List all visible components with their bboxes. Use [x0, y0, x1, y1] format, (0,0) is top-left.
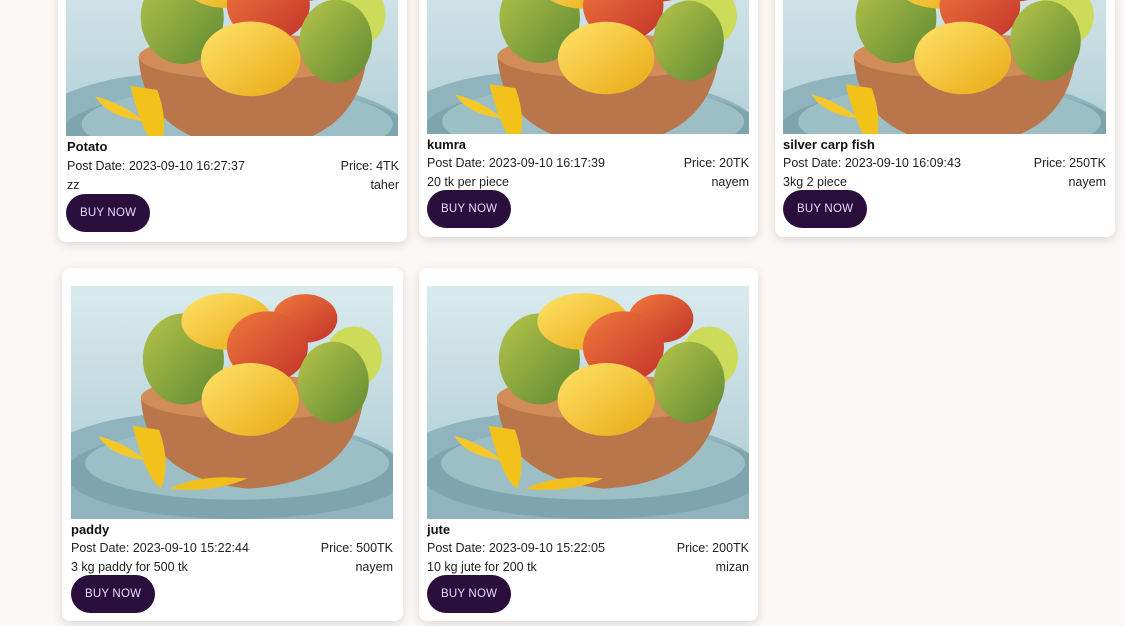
- mango-bowl-photo: [783, 0, 1106, 134]
- post-date: Post Date: 2023-09-10 15:22:44: [71, 541, 249, 555]
- seller-name: nayem: [355, 560, 393, 574]
- product-card: paddy Post Date: 2023-09-10 15:22:44 Pri…: [62, 268, 403, 621]
- product-meta-row: Post Date: 2023-09-10 16:17:39 Price: 20…: [427, 156, 749, 170]
- product-name: kumra: [427, 137, 467, 152]
- product-desc-row: zz taher: [67, 178, 399, 192]
- price: Price: 20TK: [683, 156, 749, 170]
- mango-bowl-photo: [427, 0, 749, 134]
- post-date: Post Date: 2023-09-10 16:17:39: [427, 156, 605, 170]
- product-desc-row: 20 tk per piece nayem: [427, 175, 749, 189]
- seller-name: nayem: [711, 175, 749, 189]
- description: 3kg 2 piece: [783, 175, 847, 189]
- product-card: jute Post Date: 2023-09-10 15:22:05 Pric…: [419, 268, 758, 621]
- product-card: Potato Post Date: 2023-09-10 16:27:37 Pr…: [58, 0, 407, 242]
- seller-name: mizan: [715, 560, 749, 574]
- product-desc-row: 3kg 2 piece nayem: [783, 175, 1106, 189]
- description: 20 tk per piece: [427, 175, 509, 189]
- product-name: jute: [427, 522, 451, 537]
- buy-now-button[interactable]: BUY NOW: [427, 575, 512, 613]
- product-meta-row: Post Date: 2023-09-10 16:09:43 Price: 25…: [783, 156, 1106, 170]
- product-card: kumra Post Date: 2023-09-10 16:17:39 Pri…: [419, 0, 758, 237]
- seller-name: nayem: [1068, 175, 1106, 189]
- buy-now-button[interactable]: BUY NOW: [71, 575, 156, 613]
- product-meta-row: Post Date: 2023-09-10 16:27:37 Price: 4T…: [67, 159, 399, 173]
- description: zz: [67, 178, 80, 192]
- product-name: silver carp fish: [783, 137, 875, 152]
- description: 10 kg jute for 200 tk: [427, 560, 537, 574]
- post-date: Post Date: 2023-09-10 16:09:43: [783, 156, 961, 170]
- product-name: paddy: [71, 522, 110, 537]
- product-meta-row: Post Date: 2023-09-10 15:22:44 Price: 50…: [71, 541, 393, 555]
- mango-bowl-photo: [71, 286, 393, 519]
- price: Price: 250TK: [1033, 156, 1106, 170]
- description: 3 kg paddy for 500 tk: [71, 560, 188, 574]
- post-date: Post Date: 2023-09-10 15:22:05: [427, 541, 605, 555]
- product-desc-row: 10 kg jute for 200 tk mizan: [427, 560, 749, 574]
- product-meta-row: Post Date: 2023-09-10 15:22:05 Price: 20…: [427, 541, 749, 555]
- mango-bowl-photo: [427, 286, 749, 519]
- buy-now-button[interactable]: BUY NOW: [783, 190, 868, 228]
- product-card: silver carp fish Post Date: 2023-09-10 1…: [775, 0, 1115, 237]
- mango-bowl-photo: [66, 0, 398, 136]
- product-desc-row: 3 kg paddy for 500 tk nayem: [71, 560, 393, 574]
- seller-name: taher: [370, 178, 400, 192]
- price: Price: 4TK: [340, 159, 399, 173]
- buy-now-button[interactable]: BUY NOW: [66, 194, 151, 232]
- post-date: Post Date: 2023-09-10 16:27:37: [67, 159, 245, 173]
- price: Price: 500TK: [320, 541, 393, 555]
- product-name: Potato: [67, 139, 108, 154]
- buy-now-button[interactable]: BUY NOW: [427, 190, 512, 228]
- price: Price: 200TK: [676, 541, 749, 555]
